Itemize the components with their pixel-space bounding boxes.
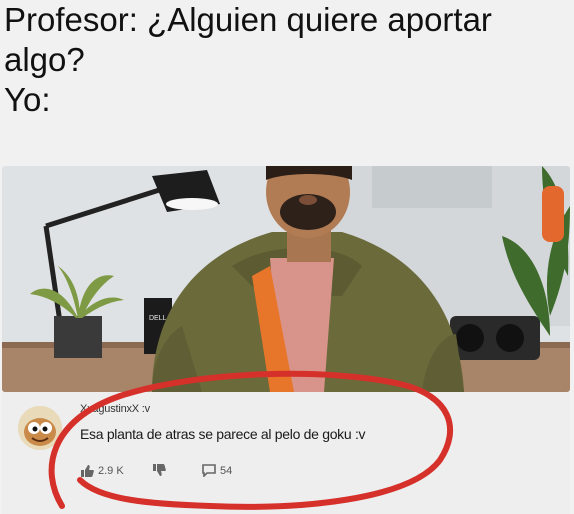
replies-button[interactable]: 54 [202,464,232,477]
dislike-button[interactable] [152,464,166,477]
avatar[interactable] [18,406,62,450]
video-frame-photo: DELL [2,166,570,392]
thumbs-down-icon [152,464,166,477]
caption-line-1: Profesor: ¿Alguien quiere aportar [4,1,492,38]
comment-username[interactable]: XxagustinxX :v [80,403,150,415]
comment-actions: 2.9 K 54 [80,464,280,480]
thumbs-up-icon [80,464,94,477]
reply-count: 54 [220,464,233,477]
caption-line-2: algo? [4,41,85,78]
caption-line-3: Yo: [4,81,51,118]
meme-caption: Profesor: ¿Alguien quiere aportar algo? … [4,0,570,120]
like-count: 2.9 K [98,464,124,477]
mug-label: DELL [149,315,167,322]
comment-text: Esa planta de atras se parece al pelo de… [80,426,366,442]
like-button[interactable]: 2.9 K [80,464,124,477]
youtube-comment: XxagustinxX :v Esa planta de atras se pa… [2,392,570,514]
comment-icon [202,464,216,477]
